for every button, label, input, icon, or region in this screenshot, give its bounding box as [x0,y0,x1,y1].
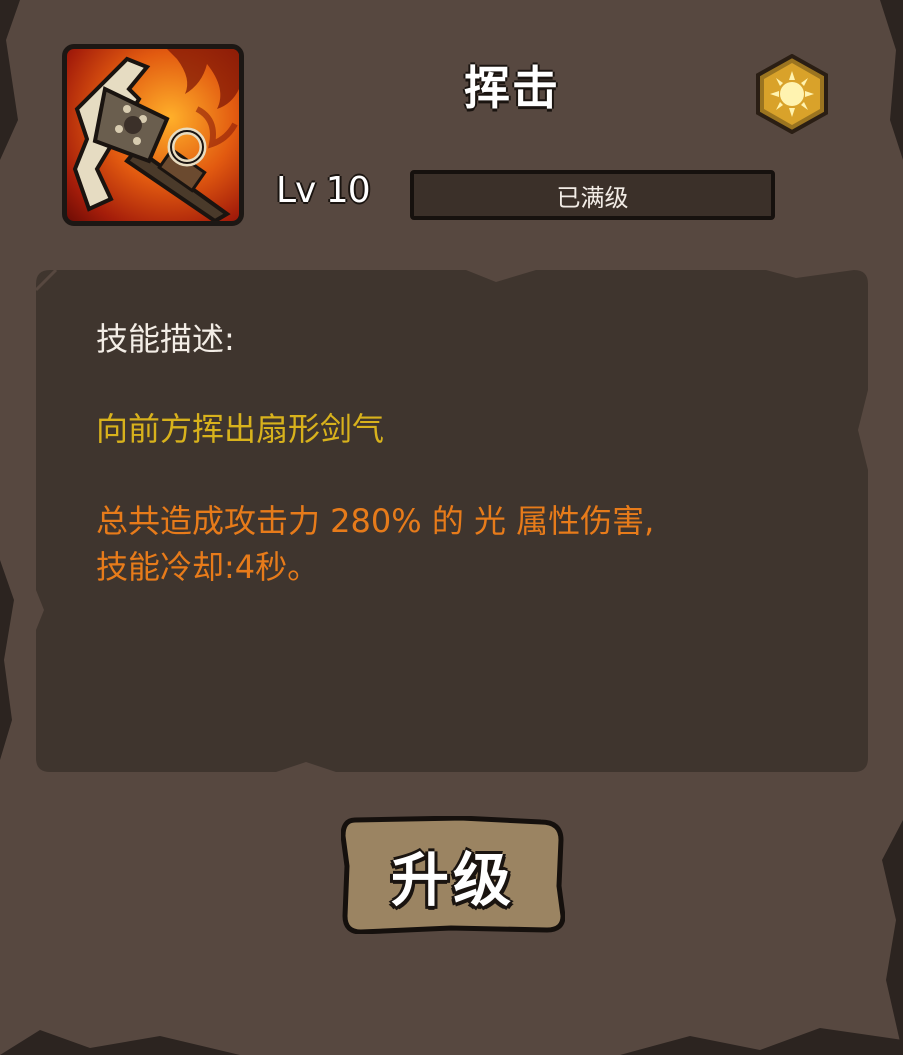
level-status-text: 已满级 [556,183,629,212]
description-heading: 技能描述: [96,320,235,358]
skill-icon [62,44,244,226]
skill-detail-panel: 挥击 Lv 10 已满级 技能描述: 向前方挥出扇形剑气 总共造成攻击力 280… [0,0,903,1055]
description-damage: 总共造成攻击力 280% 的 光 属性伤害, [96,502,655,540]
description-cooldown: 技能冷却:4秒。 [96,548,320,586]
axe-icon [72,49,239,221]
level-label: Lv 10 [276,170,371,211]
sun-icon [756,53,828,135]
skill-title: 挥击 [464,61,560,115]
light-element-badge [755,53,829,135]
description-effect: 向前方挥出扇形剑气 [96,410,385,448]
level-progress-bar: 已满级 [410,170,775,220]
upgrade-button[interactable]: 升级 [341,816,565,934]
upgrade-button-label: 升级 [390,846,515,914]
